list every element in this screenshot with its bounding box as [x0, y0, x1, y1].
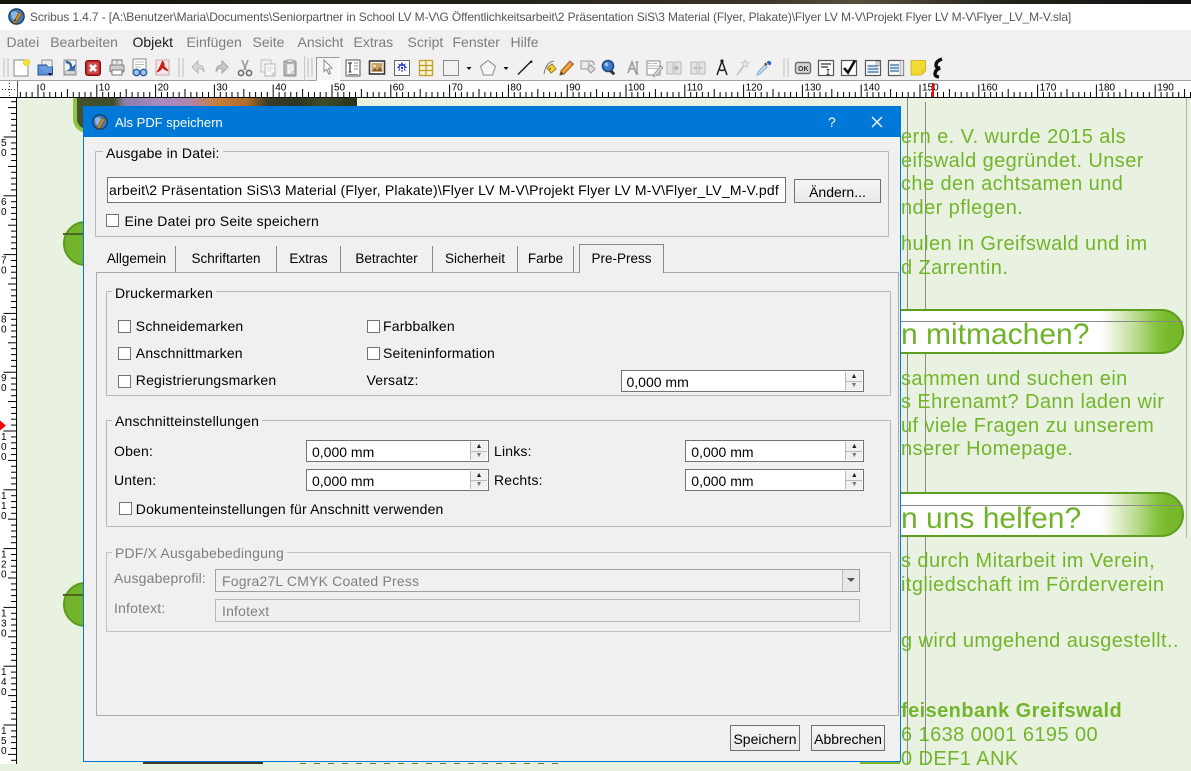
svg-text:40: 40 [275, 83, 287, 94]
svg-text:180: 180 [1098, 83, 1115, 94]
svg-text:120: 120 [746, 83, 763, 94]
svg-text:0: 0 [1, 746, 7, 757]
svg-text:0: 0 [1, 324, 7, 335]
svg-text:10: 10 [99, 83, 111, 94]
svg-text:30: 30 [216, 83, 228, 94]
svg-text:0: 0 [1, 207, 7, 218]
svg-text:190: 190 [1157, 83, 1174, 94]
svg-text:50: 50 [334, 83, 346, 94]
svg-text:20: 20 [158, 83, 170, 94]
svg-text:0: 0 [40, 83, 46, 94]
svg-text:110: 110 [687, 83, 703, 94]
svg-text:130: 130 [804, 83, 821, 94]
svg-text:70: 70 [452, 83, 464, 94]
svg-text:140: 140 [863, 83, 880, 94]
svg-text:0: 0 [1, 452, 7, 463]
svg-text:80: 80 [510, 83, 522, 94]
svg-text:0: 0 [1, 687, 7, 698]
svg-text:OK: OK [798, 66, 809, 73]
svg-text:150: 150 [922, 83, 939, 94]
svg-text:0: 0 [1, 570, 7, 581]
svg-text:90: 90 [569, 83, 581, 94]
svg-text:0: 0 [1, 266, 7, 277]
svg-text:0: 0 [1, 628, 7, 639]
svg-text:60: 60 [393, 83, 405, 94]
svg-text:0: 0 [1, 383, 7, 394]
svg-text:0: 0 [1, 511, 7, 522]
svg-text:100: 100 [628, 83, 645, 94]
svg-text:170: 170 [1040, 83, 1057, 94]
svg-text:160: 160 [981, 83, 998, 94]
svg-text:0: 0 [1, 148, 7, 159]
